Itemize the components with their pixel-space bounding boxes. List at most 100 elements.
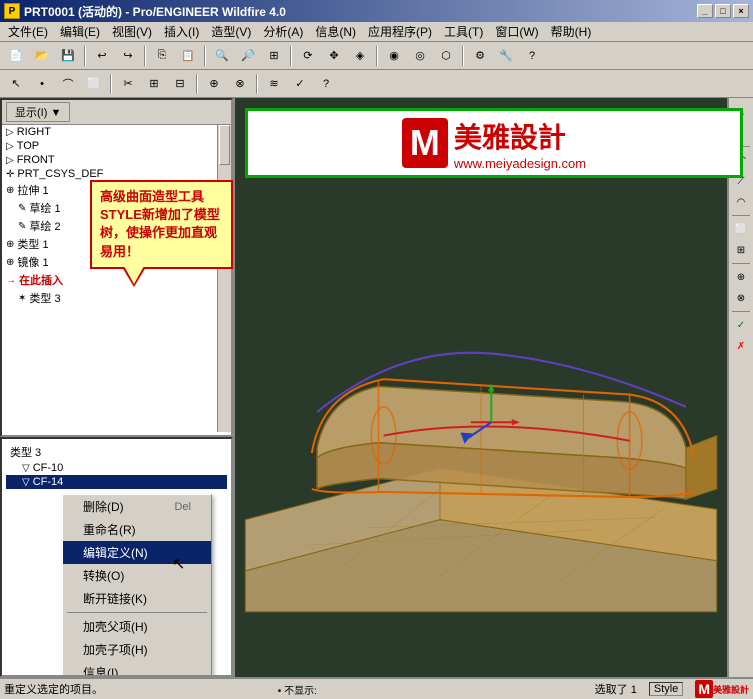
menu-view[interactable]: 视图(V): [106, 22, 158, 41]
toolbar2-pts[interactable]: •: [30, 73, 54, 95]
title-bar-buttons: _ □ ×: [697, 4, 749, 18]
tree-item-csys[interactable]: ✛ PRT_CSYS_DEF: [2, 167, 231, 181]
toolbar-3d[interactable]: ◈: [348, 45, 372, 67]
maximize-button[interactable]: □: [715, 4, 731, 18]
menu-style[interactable]: 造型(V): [205, 22, 257, 41]
tree-bottom-cf14[interactable]: ▽ CF-14: [6, 475, 227, 489]
tree-item-type3-star[interactable]: ✶ 类型 3: [2, 289, 231, 307]
main-area: 显示(I) ▼ ▷ RIGHT ▷ TOP ▷ FRONT ✛ PRT_CSYS…: [0, 98, 753, 677]
toolbar-undo[interactable]: ↩: [90, 45, 114, 67]
toolbar-hide[interactable]: ◎: [408, 45, 432, 67]
toolbar-pan[interactable]: ✥: [322, 45, 346, 67]
toolbar-render[interactable]: ◉: [382, 45, 406, 67]
menu-insert[interactable]: 插入(I): [158, 22, 205, 41]
ctx-unlink[interactable]: 断开链接(K): [63, 587, 211, 610]
menu-analysis[interactable]: 分析(A): [257, 22, 309, 41]
tree-item-type1-label: 类型 1: [17, 236, 48, 252]
toolbar-zoom-out[interactable]: 🔎: [236, 45, 260, 67]
toolbar-paste[interactable]: 📋: [176, 45, 200, 67]
toolbar-copy[interactable]: ⎘: [150, 45, 174, 67]
toolbar-help-btn[interactable]: ?: [520, 45, 544, 67]
toolbar-extra2[interactable]: 🔧: [494, 45, 518, 67]
tree-bottom-cf10[interactable]: ▽ CF-10: [6, 461, 227, 475]
toolbar-open[interactable]: 📂: [30, 45, 54, 67]
toolbar-rotate[interactable]: ⟳: [296, 45, 320, 67]
toolbar2-select[interactable]: ↖: [4, 73, 28, 95]
ctx-info-label: 信息(I): [83, 664, 118, 677]
rt-break[interactable]: ⊗: [730, 288, 752, 308]
toolbar-row-2: ↖ • ⌒ ⬜ ✂ ⊞ ⊟ ⊕ ⊗ ≋ ✓ ?: [0, 70, 753, 98]
type1-icon: ⊕: [6, 239, 14, 250]
rt-surf[interactable]: ⬜: [730, 219, 752, 239]
ctx-sep: [67, 612, 207, 613]
toolbar-extra1[interactable]: ⚙: [468, 45, 492, 67]
ctx-parent-shell-label: 加壳父项(H): [83, 618, 148, 635]
ctx-delete[interactable]: 删除(D) Del: [63, 495, 211, 518]
ctx-delete-shortcut: Del: [174, 501, 191, 513]
menu-info[interactable]: 信息(N): [309, 22, 362, 41]
toolbar2-surf[interactable]: ⬜: [82, 73, 106, 95]
rt-cancel[interactable]: ✗: [730, 336, 752, 356]
ctx-rename[interactable]: 重命名(R): [63, 518, 211, 541]
toolbar2-analysis[interactable]: ≋: [262, 73, 286, 95]
toolbar2-edit1[interactable]: ✂: [116, 73, 140, 95]
logo-url: www.meiyadesign.com: [454, 156, 586, 171]
ctx-convert[interactable]: 转换(O): [63, 564, 211, 587]
tree-scrollbar-top[interactable]: [217, 125, 231, 432]
tree-item-mirror-label: 镜像 1: [17, 254, 48, 270]
toolbar2-break[interactable]: ⊗: [228, 73, 252, 95]
menu-tools[interactable]: 工具(T): [438, 22, 489, 41]
ctx-parent-shell[interactable]: 加壳父项(H): [63, 615, 211, 638]
tree-item-front[interactable]: ▷ FRONT: [2, 153, 231, 167]
logo-m-letter: M: [402, 118, 448, 168]
tree-display-button[interactable]: 显示(I) ▼: [6, 102, 70, 122]
toolbar-sep-5: [376, 46, 378, 66]
toolbar-fit[interactable]: ⊞: [262, 45, 286, 67]
toolbar2-check[interactable]: ✓: [288, 73, 312, 95]
tree-bottom-type3[interactable]: 类型 3: [6, 443, 227, 461]
toolbar2-edit3[interactable]: ⊟: [168, 73, 192, 95]
right-toolbar: ↖ • ⌒ ⟋ ◠ ⬜ ⊞ ⊕ ⊗ ✓ ✗: [727, 98, 753, 677]
toolbar-sep-3: [204, 46, 206, 66]
toolbar-new[interactable]: 📄: [4, 45, 28, 67]
tree-item-sketch1-label: 草绘 1: [29, 200, 60, 216]
ctx-redefine-label: 编辑定义(N): [83, 544, 148, 561]
toolbar2-question[interactable]: ?: [314, 73, 338, 95]
star-type3-icon: ✶: [18, 293, 26, 304]
rt-connect[interactable]: ⊕: [730, 267, 752, 287]
toolbar2-curve[interactable]: ⌒: [56, 73, 80, 95]
toolbar-row-1: 📄 📂 💾 ↩ ↪ ⎘ 📋 🔍 🔎 ⊞ ⟳ ✥ ◈ ◉ ◎ ⬡ ⚙ 🔧 ?: [0, 42, 753, 70]
toolbar2-connect[interactable]: ⊕: [202, 73, 226, 95]
tree-item-right[interactable]: ▷ RIGHT: [2, 125, 231, 139]
rt-arc[interactable]: ◠: [730, 192, 752, 212]
right-viewport[interactable]: M 美雅設計 www.meiyadesign.com: [235, 98, 753, 677]
menu-window[interactable]: 窗口(W): [489, 22, 544, 41]
status-mode-text: Style: [649, 682, 683, 696]
toolbar-zoom-in[interactable]: 🔍: [210, 45, 234, 67]
rt-mesh[interactable]: ⊞: [730, 240, 752, 260]
close-button[interactable]: ×: [733, 4, 749, 18]
toolbar2-edit2[interactable]: ⊞: [142, 73, 166, 95]
tree-item-csys-label: PRT_CSYS_DEF: [17, 168, 103, 180]
minimize-button[interactable]: _: [697, 4, 713, 18]
menu-apps[interactable]: 应用程序(P): [362, 22, 438, 41]
model-tree-bottom: 类型 3 ▽ CF-10 ▽ CF-14 删除(D) Del: [0, 437, 233, 677]
status-left-text: 重定义选定的项目。: [4, 681, 274, 697]
tree-item-insert[interactable]: → 在此插入: [2, 271, 231, 289]
logo-cn-text: 美雅設計: [454, 116, 566, 156]
toolbar-redo[interactable]: ↪: [116, 45, 140, 67]
tree-item-top[interactable]: ▷ TOP: [2, 139, 231, 153]
ctx-child-shell[interactable]: 加壳子项(H): [63, 638, 211, 661]
ctx-redefine[interactable]: 编辑定义(N): [63, 541, 211, 564]
toolbar-wire[interactable]: ⬡: [434, 45, 458, 67]
tree-item-top-label: TOP: [17, 140, 39, 152]
rt-check[interactable]: ✓: [730, 315, 752, 335]
plane-icon-top: ▷: [6, 141, 14, 152]
logo-overlay: M 美雅設計 www.meiyadesign.com: [245, 108, 743, 178]
toolbar-save[interactable]: 💾: [56, 45, 80, 67]
ctx-info[interactable]: 信息(I): [63, 661, 211, 677]
type3-label: 类型 3: [10, 444, 41, 460]
menu-help[interactable]: 帮助(H): [545, 22, 598, 41]
menu-edit[interactable]: 编辑(E): [54, 22, 106, 41]
menu-file[interactable]: 文件(E): [2, 22, 54, 41]
